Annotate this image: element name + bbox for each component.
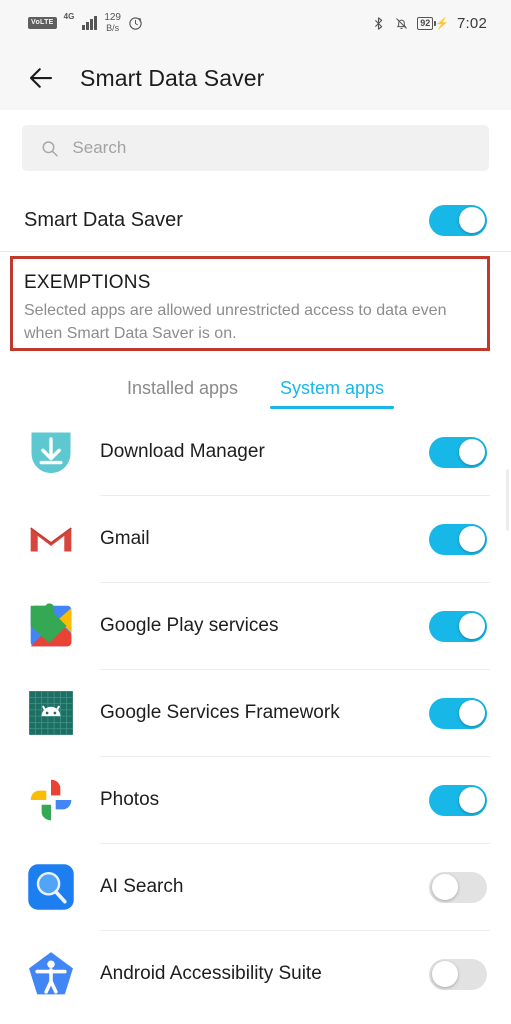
bluetooth-icon [375,16,383,30]
tab-installed-apps[interactable]: Installed apps [117,372,248,409]
toggle-knob [458,207,485,233]
google-play-services-icon [20,595,82,657]
app-row[interactable]: Gmail [0,496,511,582]
network-speed-unit: B/s [106,23,120,33]
app-exemption-toggle[interactable] [429,784,487,816]
app-exemption-toggle[interactable] [429,610,487,642]
app-row[interactable]: Google Services Framework [0,670,511,756]
toggle-knob [431,961,458,987]
toggle-knob [458,787,485,813]
tab-system-apps[interactable]: System apps [270,372,395,409]
app-exemption-toggle[interactable] [429,871,487,903]
page-title: Smart Data Saver [80,64,265,91]
gmail-icon [20,508,82,570]
app-list: Download Manager Gmail Google Play servi… [0,409,511,1017]
status-bar-left: VoLTE 4G 129 B/s [28,13,143,33]
exemptions-section: EXEMPTIONS Selected apps are allowed unr… [0,252,511,351]
app-type-tabs: Installed apps System apps [0,372,511,409]
toggle-knob [458,439,485,465]
phone-screen: VoLTE 4G 129 B/s 92 ⚡ 7:02 Smart Data Sa… [0,0,511,1024]
mute-bell-icon [396,17,408,29]
toggle-knob [458,526,485,552]
app-exemption-toggle[interactable] [429,958,487,990]
volte-icon: VoLTE [28,17,57,29]
app-row[interactable]: Photos [0,757,511,843]
app-exemption-toggle[interactable] [429,523,487,555]
app-name: Google Services Framework [100,702,340,723]
back-button[interactable] [24,61,58,95]
back-arrow-icon [29,68,53,88]
app-name: Photos [100,789,160,810]
charging-bolt-icon: ⚡ [435,17,449,30]
download-manager-icon [20,421,82,483]
app-row[interactable]: Download Manager [0,409,511,495]
data-saver-icon [129,16,142,30]
smart-data-saver-row[interactable]: Smart Data Saver [0,189,511,251]
app-row[interactable]: Android Accessibility Suite [0,931,511,1017]
exemptions-description: Selected apps are allowed unrestricted a… [24,302,447,342]
app-row[interactable]: AI Search [0,844,511,930]
toggle-knob [458,613,485,639]
app-name: AI Search [100,876,184,897]
app-name: Download Manager [100,441,265,462]
network-generation-label: 4G [63,12,75,21]
ai-search-icon [20,856,82,918]
battery-icon: 92 ⚡ [417,16,449,30]
app-name: Google Play services [100,615,279,636]
toggle-knob [431,874,458,900]
google-services-framework-icon [20,682,82,744]
search-icon [42,140,58,157]
scrollbar[interactable] [506,469,509,531]
smart-data-saver-toggle[interactable] [429,204,487,236]
battery-level-label: 92 [417,16,434,30]
network-speed-indicator: 129 B/s [104,12,121,34]
smart-data-saver-label: Smart Data Saver [24,208,183,231]
app-exemption-toggle[interactable] [429,697,487,729]
app-name: Gmail [100,528,150,549]
signal-icon [82,16,98,30]
exemptions-heading: EXEMPTIONS [24,272,151,293]
search-input[interactable] [72,138,471,158]
search-bar[interactable] [22,125,489,171]
status-bar-right: 92 ⚡ 7:02 [371,15,487,32]
app-exemption-toggle[interactable] [429,436,487,468]
app-row[interactable]: Google Play services [0,583,511,669]
app-name: Android Accessibility Suite [100,963,322,984]
google-photos-icon [20,769,82,831]
status-bar: VoLTE 4G 129 B/s 92 ⚡ 7:02 [0,0,511,46]
android-accessibility-icon [20,943,82,1005]
search-section [0,110,511,171]
network-speed-value: 129 [104,12,121,23]
app-bar: Smart Data Saver [0,46,511,110]
status-bar-clock: 7:02 [457,14,487,32]
toggle-knob [458,700,485,726]
